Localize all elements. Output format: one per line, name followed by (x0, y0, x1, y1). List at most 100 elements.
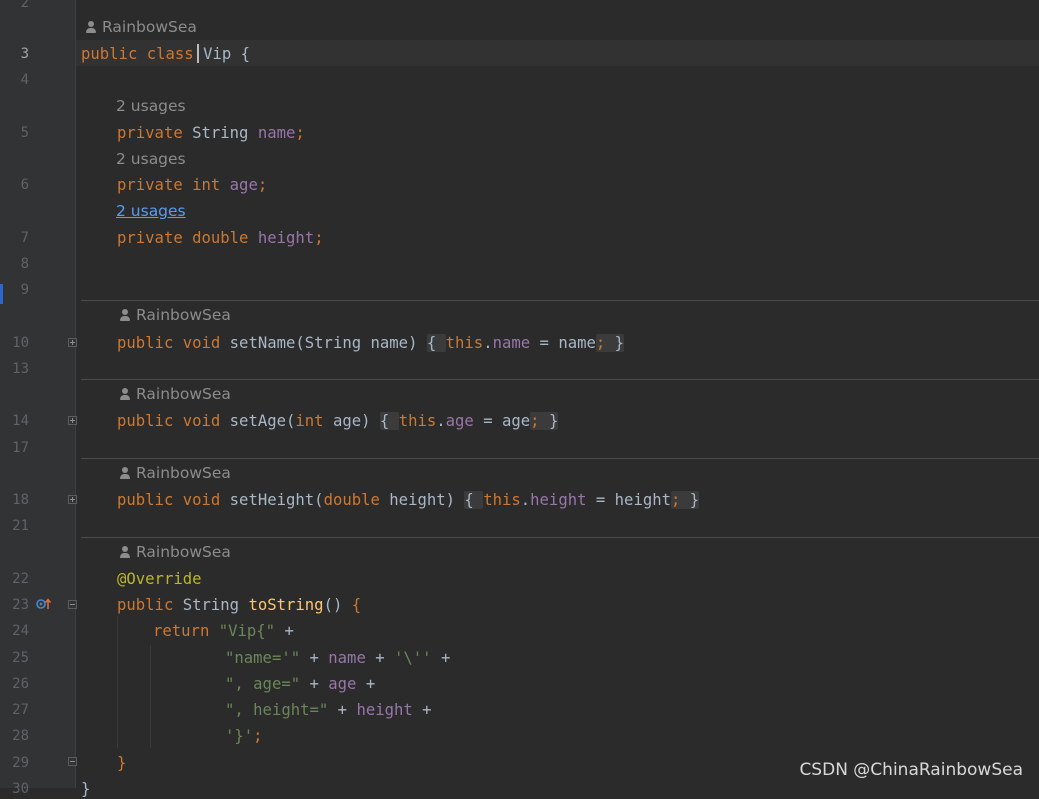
indent-guide (117, 616, 118, 748)
indent-guide (150, 645, 151, 748)
field-ref: age (445, 412, 474, 430)
line-number: 5 (20, 125, 29, 141)
param-type: double (323, 491, 380, 509)
line-number: 7 (20, 230, 29, 246)
code-line-return: return "Vip{" + (153, 622, 294, 640)
class-name: Vip (203, 45, 232, 63)
type-name: int (192, 176, 221, 194)
code-line-field: private int age; (117, 176, 268, 194)
author-name: RainbowSea (136, 464, 231, 482)
kw-public: public (81, 45, 138, 63)
line-number: 8 (20, 256, 29, 272)
code-line-method-decl: public String toString() { (117, 596, 362, 614)
string-literal: ", age=" (225, 675, 301, 693)
author-name: RainbowSea (102, 18, 197, 36)
line-number: 27 (12, 702, 29, 718)
method-separator (81, 379, 1039, 380)
code-line-setter: public void setName(String name) { this.… (117, 334, 625, 352)
author-hint[interactable]: RainbowSea (119, 305, 231, 325)
usages-hint-link[interactable]: 2 usages (116, 201, 186, 221)
author-hint[interactable]: RainbowSea (119, 463, 231, 483)
method-name: setHeight (229, 491, 315, 509)
person-icon (119, 466, 131, 480)
person-icon (119, 308, 131, 322)
author-hint[interactable]: RainbowSea (119, 384, 231, 404)
usages-hint[interactable]: 2 usages (116, 149, 186, 169)
person-icon (85, 20, 97, 34)
code-line-class-close: } (81, 780, 91, 798)
method-separator (81, 537, 1039, 538)
type-name: double (192, 229, 249, 247)
field-name: height (257, 229, 315, 247)
kw-private: private (117, 176, 183, 194)
kw-private: private (117, 124, 183, 142)
line-number: 23 (12, 597, 29, 613)
gutter-divider (75, 0, 76, 788)
author-name: RainbowSea (136, 306, 231, 324)
line-number: 29 (12, 755, 29, 771)
kw-private: private (117, 229, 183, 247)
line-number: 30 (12, 781, 29, 797)
field-ref: name (492, 334, 531, 352)
line-number: 24 (12, 623, 29, 639)
line-number: 9 (20, 282, 29, 298)
line-number: 25 (12, 650, 29, 666)
person-icon (119, 545, 131, 559)
code-line-setter: public void setHeight(double height) { t… (117, 491, 700, 509)
param-ref: height (614, 491, 672, 509)
method-name: setAge (229, 412, 287, 430)
kw-return: return (153, 622, 210, 640)
string-literal: '}' (225, 727, 254, 745)
param-type: int (295, 412, 324, 430)
field-ref: height (530, 491, 587, 509)
param-ref: age (502, 412, 531, 430)
watermark: CSDN @ChinaRainbowSea (799, 760, 1023, 780)
brace-open: { (240, 45, 251, 63)
line-number: 26 (12, 676, 29, 692)
line-number: 14 (12, 413, 29, 429)
code-line-setter: public void setAge(int age) { this.age =… (117, 412, 559, 430)
line-number: 13 (12, 361, 29, 377)
author-hint[interactable]: RainbowSea (85, 17, 197, 37)
code-line-brace-close: } (117, 754, 127, 772)
method-name: toString (248, 596, 324, 614)
fold-collapse-icon[interactable] (68, 600, 77, 609)
usages-hint[interactable]: 2 usages (116, 96, 186, 116)
fold-expand-icon[interactable] (68, 495, 77, 504)
type-name: String (192, 124, 249, 142)
person-icon (119, 387, 131, 401)
line-number: 21 (12, 518, 29, 534)
string-literal: "Vip{" (218, 622, 276, 640)
author-hint[interactable]: RainbowSea (119, 542, 231, 562)
fold-collapse-icon[interactable] (68, 757, 77, 766)
line-number: 10 (12, 335, 29, 351)
text-caret (197, 44, 199, 63)
line-number: 4 (20, 72, 29, 88)
method-name: setName (229, 334, 296, 352)
param-name: age (332, 412, 362, 430)
line-number: 2 (20, 0, 29, 11)
field-name: name (257, 124, 296, 142)
line-number: 3 (20, 46, 29, 62)
param-name: height (389, 491, 446, 509)
code-line-field: private String name; (117, 124, 305, 142)
param-name: name (370, 334, 409, 352)
method-separator (81, 300, 1039, 301)
line-number: 28 (12, 728, 29, 744)
code-line-concat: ", age=" + age + (225, 675, 376, 693)
fold-expand-icon[interactable] (68, 416, 77, 425)
method-separator (81, 458, 1039, 459)
field-name: age (229, 176, 258, 194)
line-number: 22 (12, 571, 29, 587)
override-method-icon[interactable] (36, 597, 52, 611)
code-line-concat: '}'; (225, 727, 263, 745)
string-literal: '\'' (394, 649, 432, 667)
code-line-concat: ", height=" + height + (225, 701, 432, 719)
code-line-class-decl: public class Vip { (81, 44, 250, 64)
param-type: String (304, 334, 362, 352)
string-literal: "name='" (225, 649, 301, 667)
code-line-concat: "name='" + name + '\'' + (225, 649, 451, 667)
code-line-field: private double height; (117, 229, 324, 247)
author-name: RainbowSea (136, 385, 231, 403)
fold-expand-icon[interactable] (68, 338, 77, 347)
